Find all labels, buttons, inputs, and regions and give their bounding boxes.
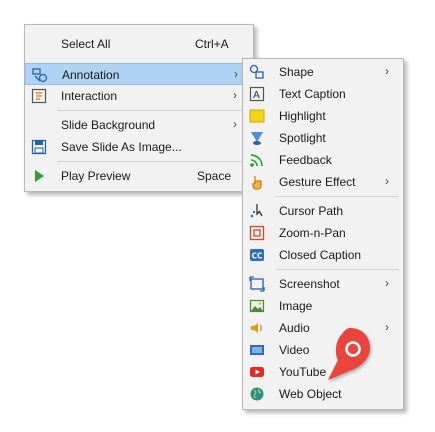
submenu-item-spotlight[interactable]: Spotlight — [243, 127, 403, 149]
menu-item-label: Save Slide As Image... — [61, 140, 182, 154]
speaker-icon — [251, 323, 262, 333]
submenu-item-label: Audio — [279, 321, 310, 335]
submenu-item-highlight[interactable]: Highlight — [243, 105, 403, 127]
play-icon — [35, 170, 44, 182]
youtube-icon — [250, 367, 264, 377]
submenu-item-label: Gesture Effect — [279, 175, 356, 189]
submenu-arrow-icon: › — [233, 88, 237, 102]
feedback-icon — [250, 154, 263, 167]
menu-item-label: Slide Background — [61, 118, 156, 132]
cursor-path-icon — [250, 204, 263, 218]
submenu-separator — [275, 196, 399, 197]
zoom-pan-icon — [249, 225, 265, 241]
menu-item-slide-background[interactable]: Slide Background › — [25, 114, 253, 136]
context-menu: Select All Ctrl+A Annotation › Interacti… — [24, 24, 254, 192]
submenu-item-label: Feedback — [279, 153, 332, 167]
submenu-item-label: Spotlight — [279, 131, 326, 145]
video-icon — [250, 345, 264, 355]
gesture-hand-icon — [252, 176, 262, 190]
text-caption-icon: A — [249, 86, 265, 102]
svg-text:CC: CC — [252, 252, 264, 261]
pin-marker-icon — [328, 328, 370, 380]
shape-icon — [249, 64, 264, 79]
submenu-item-gesture-effect[interactable]: Gesture Effect › — [243, 171, 403, 193]
submenu-item-label: Closed Caption — [279, 248, 362, 262]
submenu-item-label: Web Object — [279, 387, 342, 401]
menu-item-label: Annotation — [62, 68, 120, 82]
menu-separator — [57, 110, 249, 111]
globe-icon — [250, 387, 264, 401]
menu-item-annotation[interactable]: Annotation › — [25, 63, 253, 85]
submenu-item-zoom-n-pan[interactable]: Zoom-n-Pan — [243, 222, 403, 244]
submenu-item-label: Screenshot — [279, 277, 340, 291]
submenu-arrow-icon: › — [385, 276, 389, 290]
submenu-item-label: Image — [279, 299, 313, 313]
submenu-item-text-caption[interactable]: A Text Caption — [243, 83, 403, 105]
menu-separator — [57, 161, 249, 162]
submenu-separator — [275, 269, 399, 270]
submenu-item-closed-caption[interactable]: CC Closed Caption — [243, 244, 403, 266]
submenu-item-web-object[interactable]: Web Object — [243, 383, 403, 405]
menu-item-label: Select All — [61, 37, 111, 51]
screenshot-icon — [249, 276, 265, 292]
annotation-icon — [32, 68, 48, 83]
submenu-item-label: Text Caption — [279, 87, 346, 101]
submenu-arrow-icon: › — [385, 320, 389, 334]
menu-item-play-preview[interactable]: Play Preview Space — [25, 165, 253, 187]
spotlight-icon — [251, 132, 263, 145]
submenu-item-label: Highlight — [279, 109, 326, 123]
submenu-item-label: YouTube — [279, 365, 327, 379]
submenu-item-label: Cursor Path — [279, 204, 344, 218]
closed-caption-icon: CC — [250, 249, 264, 261]
submenu-item-screenshot[interactable]: Screenshot › — [243, 273, 403, 295]
menu-item-save-slide-as-image[interactable]: Save Slide As Image... — [25, 136, 253, 158]
submenu-item-label: Zoom-n-Pan — [279, 226, 346, 240]
highlight-icon — [249, 109, 265, 123]
submenu-item-shape[interactable]: Shape › — [243, 61, 403, 83]
submenu-arrow-icon: › — [385, 174, 389, 188]
submenu-item-label: Video — [279, 343, 310, 357]
menu-item-select-all[interactable]: Select All Ctrl+A — [25, 33, 253, 55]
submenu-arrow-icon: › — [234, 67, 238, 81]
shortcut-label: Ctrl+A — [195, 37, 229, 51]
submenu-item-image[interactable]: Image — [243, 295, 403, 317]
menu-item-label: Play Preview — [61, 169, 131, 183]
submenu-item-feedback[interactable]: Feedback — [243, 149, 403, 171]
submenu-item-cursor-path[interactable]: Cursor Path — [243, 200, 403, 222]
svg-text:A: A — [253, 90, 260, 101]
save-image-icon — [31, 139, 47, 155]
submenu-arrow-icon: › — [233, 117, 237, 131]
shortcut-label: Space — [197, 169, 232, 183]
interaction-icon — [31, 88, 47, 104]
submenu-item-label: Shape — [279, 65, 314, 79]
image-icon — [249, 299, 265, 313]
menu-item-label: Interaction — [61, 89, 118, 103]
menu-item-interaction[interactable]: Interaction › — [25, 85, 253, 107]
submenu-arrow-icon: › — [385, 64, 389, 78]
